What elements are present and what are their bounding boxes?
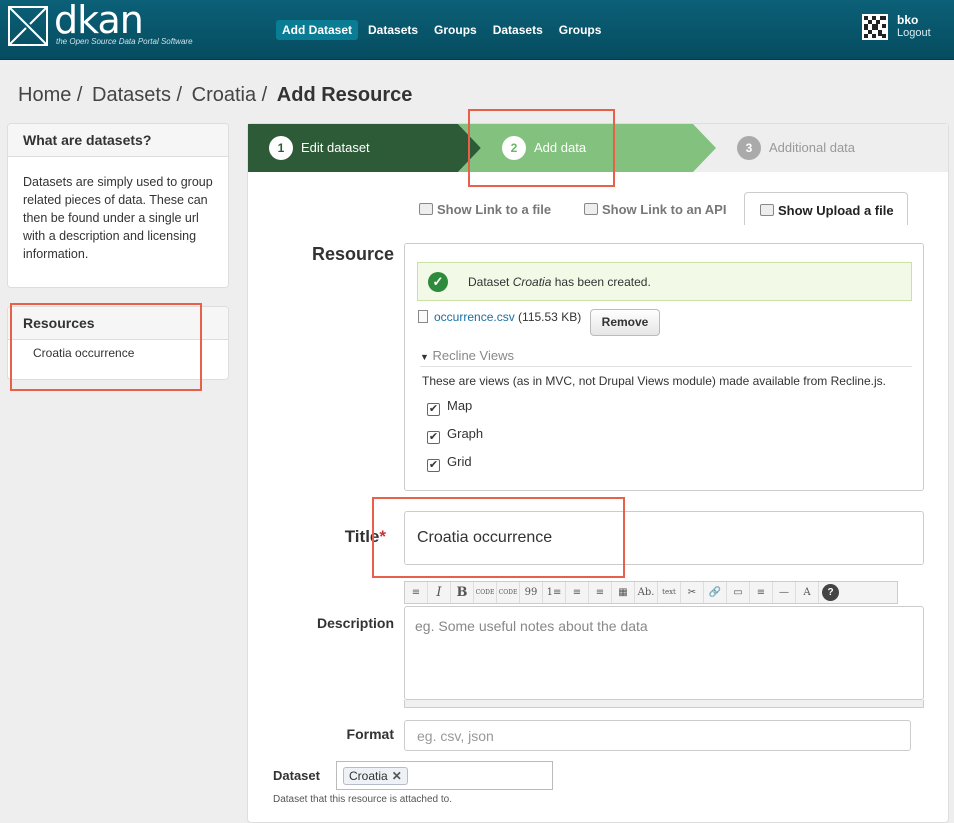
view-map-label: Map — [447, 398, 473, 413]
tab-upload-file-label: Show Upload a file — [778, 203, 894, 218]
upload-icon — [760, 204, 774, 216]
alert-text: Dataset Croatia has been created. — [468, 275, 651, 289]
dataset-label: Dataset — [273, 768, 320, 783]
help-icon[interactable]: ? — [819, 582, 842, 603]
breadcrumb-datasets[interactable]: Datasets / — [92, 84, 182, 106]
remove-button[interactable]: Remove — [590, 309, 660, 336]
file-link[interactable]: occurrence.csv — [434, 310, 515, 324]
breadcrumb-home[interactable]: Home / — [18, 84, 82, 106]
quote-icon[interactable]: 99 — [520, 582, 543, 603]
graph-checkbox[interactable]: ✔ — [427, 431, 440, 444]
recline-description: These are views (as in MVC, not Drupal V… — [422, 374, 886, 388]
breadcrumb-croatia[interactable]: Croatia / — [192, 84, 268, 106]
footnote-icon[interactable]: text — [658, 582, 681, 603]
align-icon[interactable]: ≡ — [405, 582, 428, 603]
dataset-select[interactable]: Croatia ✕ — [336, 761, 553, 790]
tab-link-api-label: Show Link to an API — [602, 202, 727, 217]
view-map-option[interactable]: ✔ Map — [427, 398, 472, 416]
file-row: occurrence.csv (115.53 KB) — [418, 310, 581, 324]
nav-groups[interactable]: Groups — [428, 20, 483, 40]
view-graph-label: Graph — [447, 426, 484, 441]
tab-link-file-label: Show Link to a file — [437, 202, 552, 217]
info-panel-title: What are datasets? — [8, 124, 228, 157]
abbreviation-icon[interactable]: Ab. — [635, 582, 658, 603]
nav-datasets-2[interactable]: Datasets — [487, 20, 549, 40]
italic-icon[interactable]: I — [428, 582, 451, 603]
text-size-icon[interactable]: A — [796, 582, 819, 603]
link-insert-icon[interactable]: 🔗 — [704, 582, 727, 603]
image-icon[interactable]: ▭ — [727, 582, 750, 603]
recline-views-title: Recline Views — [432, 348, 514, 363]
file-icon — [418, 310, 428, 323]
paragraph-icon[interactable]: ≡ — [750, 582, 773, 603]
file-size: (115.53 KB) — [518, 310, 582, 324]
check-icon: ✓ — [428, 272, 448, 292]
horizontal-rule-icon[interactable]: — — [773, 582, 796, 603]
top-navbar: dkan the Open Source Data Portal Softwar… — [0, 0, 954, 60]
success-alert: ✓ Dataset Croatia has been created. — [417, 262, 912, 301]
ordered-list-icon[interactable]: 1≡ — [543, 582, 566, 603]
logo-text[interactable]: dkan — [54, 0, 144, 42]
nav-add-dataset[interactable]: Add Dataset — [276, 20, 359, 40]
nav-groups-2[interactable]: Groups — [553, 20, 608, 40]
dataset-chip: Croatia ✕ — [343, 767, 408, 785]
view-graph-option[interactable]: ✔ Graph — [427, 426, 483, 444]
code-icon[interactable]: CODE — [474, 582, 497, 603]
indent-icon[interactable]: ≡ — [589, 582, 612, 603]
resource-box: ✓ Dataset Croatia has been created. occu… — [404, 243, 924, 491]
tab-link-api[interactable]: Show Link to an API — [584, 202, 726, 217]
bold-icon[interactable]: B — [451, 582, 474, 603]
description-textarea[interactable]: eg. Some useful notes about the data — [404, 606, 924, 700]
remove-chip-icon[interactable]: ✕ — [392, 769, 402, 783]
description-label: Description — [316, 615, 394, 631]
breadcrumb-current: Add Resource — [276, 84, 413, 106]
stage-3-label[interactable]: Additional data — [769, 140, 855, 155]
grid-checkbox[interactable]: ✔ — [427, 459, 440, 472]
nav-datasets[interactable]: Datasets — [362, 20, 424, 40]
map-checkbox[interactable]: ✔ — [427, 403, 440, 416]
dataset-chip-label: Croatia — [349, 769, 388, 783]
stage-1-label[interactable]: Edit dataset — [301, 140, 370, 155]
tab-link-file[interactable]: Show Link to a file — [419, 202, 551, 217]
highlight-title — [372, 497, 625, 578]
logo-tagline: the Open Source Data Portal Software — [56, 37, 193, 46]
table-icon[interactable]: ▦ — [612, 582, 635, 603]
info-panel-text: Datasets are simply used to group relate… — [23, 175, 213, 261]
breadcrumb: Home / Datasets / Croatia / Add Resource — [18, 84, 416, 107]
main-panel: 1 Edit dataset 2 Add data 3 Additional d… — [247, 123, 949, 823]
view-grid-label: Grid — [447, 454, 472, 469]
editor-toolbar: ≡ I B CODE CODE 99 1≡ ≡ ≡ ▦ Ab. text ✂ 🔗… — [404, 581, 898, 604]
stage-3-number: 3 — [737, 136, 761, 160]
format-label: Format — [346, 726, 394, 742]
dataset-help: Dataset that this resource is attached t… — [273, 794, 452, 805]
highlight-resources — [10, 303, 202, 391]
api-icon — [584, 203, 598, 215]
unordered-list-icon[interactable]: ≡ — [566, 582, 589, 603]
link-icon — [419, 203, 433, 215]
user-avatar-icon[interactable] — [862, 14, 888, 40]
code-block-icon[interactable]: CODE — [497, 582, 520, 603]
format-input[interactable]: eg. csv, json — [404, 720, 911, 751]
textarea-resize-grip[interactable] — [404, 700, 924, 708]
tab-upload-file[interactable]: Show Upload a file — [760, 203, 894, 218]
resource-label: Resource — [311, 244, 394, 264]
user-name[interactable]: bko — [897, 13, 918, 27]
help-icon-glyph: ? — [822, 584, 839, 601]
alert-dataset-name: Croatia — [512, 275, 552, 289]
main-nav: Add Dataset Datasets Groups Datasets Gro… — [276, 20, 607, 40]
dkan-logo-icon[interactable] — [8, 6, 48, 46]
unlink-icon[interactable]: ✂ — [681, 582, 704, 603]
recline-views-toggle[interactable]: ▼ Recline Views — [420, 348, 912, 367]
logout-link[interactable]: Logout — [897, 27, 931, 39]
datasets-info-panel: What are datasets? Datasets are simply u… — [7, 123, 229, 288]
highlight-add-data — [468, 109, 615, 187]
view-grid-option[interactable]: ✔ Grid — [427, 454, 472, 472]
caret-down-icon: ▼ — [420, 352, 429, 362]
stage-1-number: 1 — [269, 136, 293, 160]
